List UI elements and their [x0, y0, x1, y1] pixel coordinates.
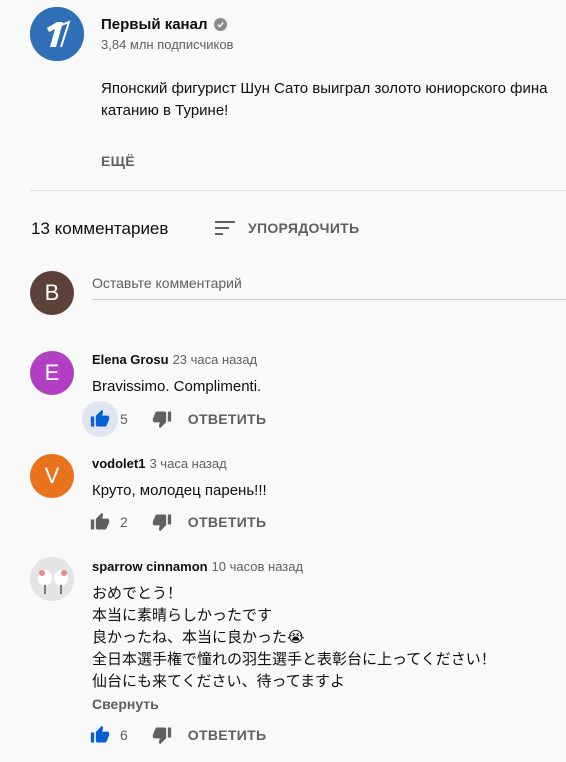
comment-author-line: sparrow cinnamon 10 часов назад	[92, 559, 303, 574]
reply-button[interactable]: ОТВЕТИТЬ	[188, 727, 267, 743]
video-description: Японский фигурист Шун Сато выиграл золот…	[101, 78, 566, 122]
description-line: Японский фигурист Шун Сато выиграл золот…	[101, 80, 548, 97]
channel-name[interactable]: Первый канал	[101, 16, 227, 33]
sort-icon	[215, 221, 235, 235]
show-more-button[interactable]: ЕЩЁ	[101, 153, 135, 169]
thumbs-down-icon	[152, 514, 171, 532]
thumbs-up-icon	[90, 512, 110, 530]
sort-comments-button[interactable]: УПОРЯДОЧИТЬ	[214, 219, 359, 237]
comment-actions: 2 ОТВЕТИТЬ	[82, 504, 266, 540]
comment-text-line: Круто, молодец парень!!!	[92, 482, 267, 499]
like-button[interactable]	[82, 504, 118, 540]
bird-photo-icon	[30, 557, 74, 601]
comment-text: Bravissimo. Complimenti.	[92, 376, 261, 398]
dislike-button[interactable]	[144, 504, 180, 540]
verified-check-icon	[213, 18, 227, 31]
comment-text-line: 良かったね、本当に良かった😭	[92, 629, 305, 646]
comment-text: おめでとう！ 本当に素晴らしかったです 良かったね、本当に良かった😭 全日本選手…	[92, 583, 496, 693]
reply-button[interactable]: ОТВЕТИТЬ	[188, 514, 267, 530]
avatar[interactable]: E	[30, 351, 74, 395]
collapse-comment-button[interactable]: Свернуть	[92, 696, 159, 712]
comment-author-line: Elena Grosu 23 часа назад	[92, 352, 257, 367]
thumbs-up-icon	[90, 725, 110, 743]
comment-text-line: おめでとう！	[92, 585, 183, 602]
thumbs-down-icon	[152, 411, 171, 429]
comment-timestamp[interactable]: 3 часа назад	[149, 456, 226, 471]
comment-text: Круто, молодец парень!!!	[92, 480, 267, 502]
comment-author[interactable]: sparrow cinnamon	[92, 559, 208, 574]
comment-text-line: 仙台にも来てください、待ってますよ	[92, 673, 346, 690]
comment-text-line: 全日本選手権で憧れの羽生選手と表彰台に上ってください！	[92, 651, 496, 668]
avatar[interactable]: V	[30, 454, 74, 498]
thumbs-down-icon	[152, 727, 171, 745]
avatar[interactable]	[30, 557, 74, 601]
reply-button[interactable]: ОТВЕТИТЬ	[188, 411, 267, 427]
like-button[interactable]	[82, 401, 118, 437]
channel-avatar[interactable]	[30, 7, 84, 61]
like-button[interactable]	[82, 717, 118, 753]
sort-label: УПОРЯДОЧИТЬ	[248, 220, 360, 236]
dislike-button[interactable]	[144, 401, 180, 437]
current-user-avatar: B	[30, 271, 74, 315]
comment-text-line: Bravissimo. Complimenti.	[92, 378, 262, 395]
comment-text-line: 本当に素晴らしかったです	[92, 607, 273, 624]
comment-author[interactable]: Elena Grosu	[92, 352, 169, 367]
description-line: катанию в Турине!	[101, 102, 229, 119]
thumbs-up-icon	[90, 409, 110, 427]
like-count: 5	[120, 411, 128, 427]
comment-author[interactable]: vodolet1	[92, 456, 145, 471]
divider	[30, 190, 566, 191]
comment-timestamp[interactable]: 23 часа назад	[173, 352, 257, 367]
like-count: 2	[120, 514, 128, 530]
comment-actions: 5 ОТВЕТИТЬ	[82, 401, 266, 437]
subscriber-count: 3,84 млн подписчиков	[101, 37, 234, 52]
channel-one-logo-icon	[30, 7, 84, 61]
add-comment-input[interactable]: Оставьте комментарий	[92, 271, 566, 300]
comment-author-line: vodolet1 3 часа назад	[92, 456, 227, 471]
comments-count: 13 комментариев	[31, 219, 169, 238]
comment-timestamp[interactable]: 10 часов назад	[212, 559, 304, 574]
channel-name-text[interactable]: Первый канал	[101, 16, 208, 33]
like-count: 6	[120, 727, 128, 743]
dislike-button[interactable]	[144, 717, 180, 753]
comment-actions: 6 ОТВЕТИТЬ	[82, 717, 266, 753]
